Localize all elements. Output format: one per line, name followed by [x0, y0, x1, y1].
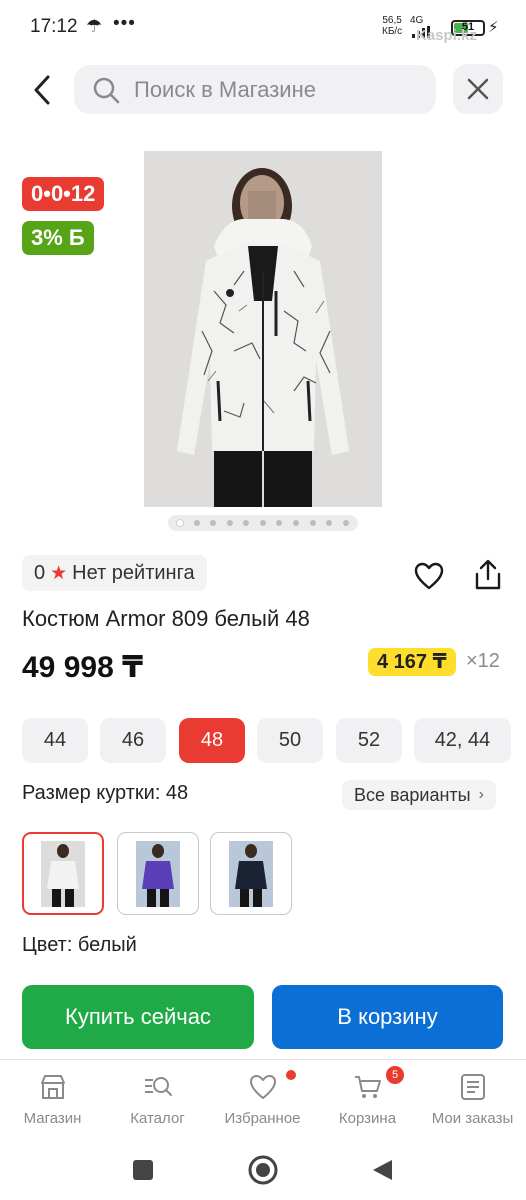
pager-dot[interactable]: [259, 520, 266, 526]
image-pager[interactable]: [168, 515, 358, 531]
pager-dot[interactable]: [177, 520, 184, 526]
bottom-nav: Магазин Каталог Избранное 5 Корзина Мои …: [0, 1059, 526, 1139]
product-photo: [144, 151, 382, 507]
nav-label: Каталог: [130, 1110, 185, 1127]
color-variant-thumbnail: [136, 840, 180, 907]
notification-dot: [286, 1070, 296, 1080]
search-bar[interactable]: [74, 65, 436, 114]
installment-badge: 0•0•12: [22, 177, 105, 211]
nav-item-orders[interactable]: Мои заказы: [420, 1060, 525, 1140]
color-variant-purple[interactable]: [117, 832, 199, 915]
cart-icon: [355, 1076, 381, 1098]
share-icon: [475, 559, 501, 590]
watermark: Kaspi.kz: [416, 27, 477, 44]
add-to-cart-button[interactable]: В корзину: [272, 985, 503, 1049]
pager-dot[interactable]: [309, 520, 316, 526]
nav-item-catalog[interactable]: Каталог: [105, 1060, 210, 1140]
size-option[interactable]: 46: [100, 718, 166, 763]
pager-dot[interactable]: [226, 520, 233, 526]
pager-dot[interactable]: [276, 520, 283, 526]
more-notifications-icon: •••: [113, 13, 136, 34]
cart-count-badge: 5: [386, 1066, 404, 1084]
search-icon: [93, 77, 120, 104]
search-input[interactable]: [134, 65, 424, 114]
home-button[interactable]: [247, 1154, 279, 1186]
nav-item-favorites[interactable]: Избранное: [210, 1060, 315, 1140]
all-variants-label: Все варианты: [354, 784, 471, 805]
triangle-back-icon: [373, 1160, 392, 1180]
nav-label: Мои заказы: [431, 1110, 514, 1127]
monthly-count: ×12: [466, 650, 500, 672]
status-time: 17:12: [30, 16, 78, 37]
back-button[interactable]: [22, 68, 62, 112]
close-button[interactable]: [453, 64, 503, 114]
nav-item-shop[interactable]: Магазин: [0, 1060, 105, 1140]
pager-dot[interactable]: [210, 520, 217, 526]
color-variant-white[interactable]: [22, 832, 104, 915]
nav-label: Корзина: [338, 1110, 397, 1127]
product-title: Костюм Armor 809 белый 48: [22, 606, 310, 631]
recents-icon: [133, 1160, 153, 1180]
color-variant-thumbnail: [229, 840, 273, 907]
color-label: Цвет: белый: [22, 934, 137, 956]
size-option[interactable]: 44: [22, 718, 88, 763]
all-variants-button[interactable]: Все варианты ›: [342, 780, 496, 810]
pager-dot[interactable]: [326, 520, 333, 526]
close-icon: [467, 78, 489, 100]
nav-label: Избранное: [224, 1110, 301, 1127]
status-bar: 17:12 ☂ ••• 56,5 КБ/с 4G 51 ⚡ Kaspi.kz: [0, 0, 526, 56]
orders-icon: [461, 1074, 485, 1100]
charging-icon: ⚡: [488, 19, 499, 36]
heart-icon: [250, 1075, 276, 1099]
size-option[interactable]: 52: [336, 718, 402, 763]
size-option[interactable]: 42, 44: [414, 718, 511, 763]
product-image[interactable]: [144, 151, 382, 507]
size-option[interactable]: 48: [179, 718, 245, 763]
color-variant-navy[interactable]: [210, 832, 292, 915]
favorite-button[interactable]: [410, 557, 448, 595]
system-nav-bar: [0, 1140, 526, 1200]
chevron-right-icon: ›: [478, 786, 484, 803]
speed-value: 56,5: [382, 15, 402, 26]
rating-value: 0: [34, 561, 46, 584]
size-selector: 44 46 48 50 52 42, 44: [22, 718, 526, 763]
chevron-left-icon: [34, 75, 50, 105]
catalog-icon: [145, 1077, 172, 1096]
pager-dot[interactable]: [292, 520, 299, 526]
bonus-badge: 3% Б: [22, 221, 94, 255]
product-price: 49 998 ₸: [22, 651, 143, 684]
pager-dot[interactable]: [243, 520, 250, 526]
network-speed: 56,5 КБ/с: [382, 15, 402, 37]
home-icon: [248, 1155, 278, 1185]
star-icon: ★: [50, 562, 68, 584]
size-option[interactable]: 50: [257, 718, 323, 763]
pager-dot[interactable]: [193, 520, 200, 526]
shop-icon: [41, 1075, 65, 1099]
pager-dot[interactable]: [342, 520, 349, 526]
color-variant-thumbnail: [41, 840, 85, 907]
umbrella-icon: ☂: [86, 16, 103, 36]
nav-label: Магазин: [23, 1110, 82, 1127]
rating-text: Нет рейтинга: [72, 561, 195, 584]
monthly-payment-badge: 4 167 ₸: [368, 648, 456, 676]
share-button[interactable]: [469, 555, 507, 595]
heart-icon: [414, 562, 444, 590]
system-back-button[interactable]: [366, 1154, 398, 1186]
buy-now-button[interactable]: Купить сейчас: [22, 985, 254, 1049]
network-label: 4G: [410, 15, 424, 26]
speed-unit: КБ/с: [382, 26, 403, 37]
nav-item-cart[interactable]: 5 Корзина: [315, 1060, 420, 1140]
size-label: Размер куртки: 48: [22, 782, 189, 804]
rating-chip[interactable]: 0 ★ Нет рейтинга: [22, 555, 207, 591]
recents-button[interactable]: [127, 1154, 159, 1186]
